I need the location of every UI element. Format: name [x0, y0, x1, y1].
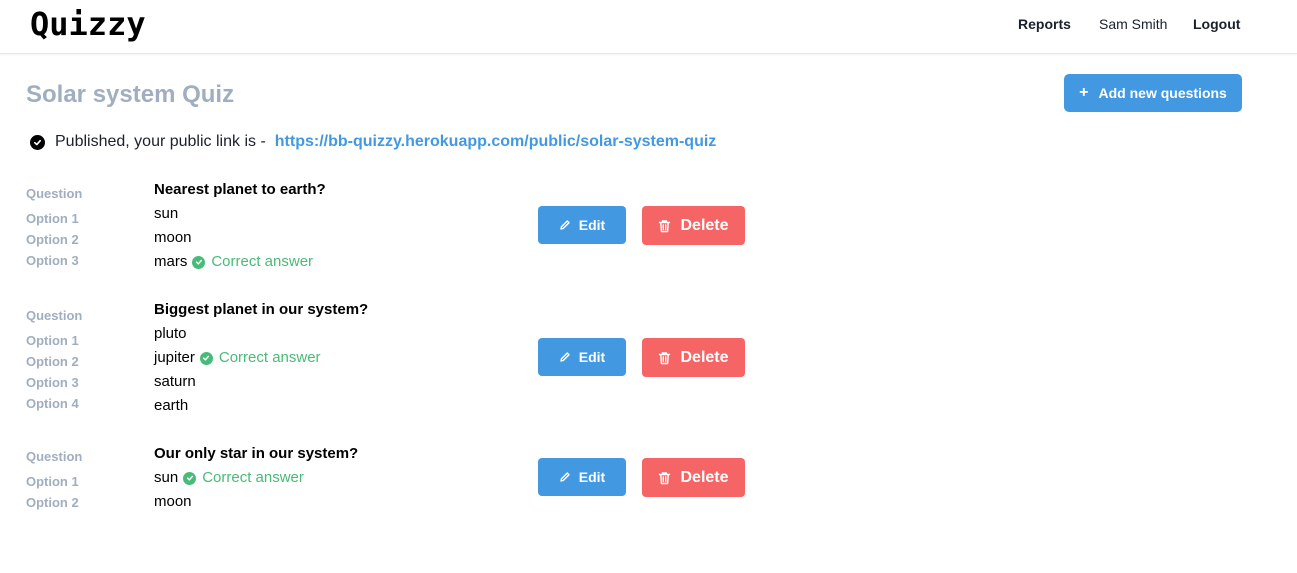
option-text: moon: [154, 493, 192, 510]
published-status: Published, your public link is - https:/…: [30, 132, 716, 152]
correct-answer-indicator: Correct answer: [199, 348, 321, 368]
correct-answer-text: Correct answer: [211, 253, 314, 270]
option-label: Option 1: [26, 211, 79, 226]
option-item: jupiter Correct answer: [154, 348, 321, 368]
option-label: Option 3: [26, 253, 79, 268]
delete-label: Delete: [680, 216, 729, 234]
question-label: Question: [26, 186, 83, 201]
trash-icon: [658, 471, 671, 485]
option-item: sun Correct answer: [154, 468, 304, 488]
check-circle-icon: [183, 471, 197, 485]
option-text: mars: [154, 253, 188, 270]
option-label: Option 2: [26, 354, 79, 369]
question-label: Question: [26, 449, 83, 464]
option-text: sun: [154, 469, 179, 486]
published-text: Published, your public link is -: [55, 133, 266, 150]
option-item: saturn: [154, 372, 196, 392]
correct-answer-text: Correct answer: [218, 349, 321, 366]
check-circle-icon: [199, 351, 213, 365]
top-navbar: Quizzy Reports Sam Smith Logout: [0, 0, 1297, 54]
option-item: earth: [154, 396, 188, 416]
pencil-icon: [559, 351, 571, 363]
delete-question-button[interactable]: Delete: [642, 338, 745, 377]
option-label: Option 1: [26, 474, 79, 489]
nav-logout-link[interactable]: Logout: [1193, 16, 1240, 33]
question-text: Our only star in our system?: [154, 445, 359, 462]
option-text: saturn: [154, 373, 196, 390]
page-title: Solar system Quiz: [26, 81, 235, 108]
option-label: Option 2: [26, 495, 79, 510]
nav-user-name[interactable]: Sam Smith: [1099, 16, 1167, 33]
option-label: Option 2: [26, 232, 79, 247]
question-text: Nearest planet to earth?: [154, 181, 326, 198]
option-label: Option 3: [26, 375, 79, 390]
option-text: pluto: [154, 325, 187, 342]
option-item: moon: [154, 228, 192, 248]
option-item: sun: [154, 204, 178, 224]
option-text: sun: [154, 205, 179, 222]
correct-answer-indicator: Correct answer: [183, 468, 304, 488]
pencil-icon: [559, 219, 571, 231]
delete-question-button[interactable]: Delete: [642, 458, 745, 497]
add-new-questions-button[interactable]: + Add new questions: [1064, 74, 1242, 112]
trash-icon: [658, 219, 671, 233]
nav-reports-link[interactable]: Reports: [1018, 16, 1071, 33]
app-logo[interactable]: Quizzy: [30, 5, 146, 43]
option-text: earth: [154, 397, 189, 414]
delete-label: Delete: [680, 348, 729, 366]
delete-question-button[interactable]: Delete: [642, 206, 745, 245]
edit-label: Edit: [578, 469, 606, 485]
check-circle-icon: [30, 134, 45, 150]
edit-question-button[interactable]: Edit: [538, 338, 626, 376]
pencil-icon: [559, 471, 571, 483]
edit-label: Edit: [578, 217, 606, 233]
correct-answer-text: Correct answer: [202, 469, 304, 486]
plus-icon: +: [1079, 84, 1089, 101]
option-label: Option 1: [26, 333, 79, 348]
option-item: pluto: [154, 324, 187, 344]
edit-question-button[interactable]: Edit: [538, 458, 626, 496]
add-new-questions-label: Add new questions: [1098, 85, 1227, 101]
edit-question-button[interactable]: Edit: [538, 206, 626, 244]
correct-answer-indicator: Correct answer: [192, 252, 313, 272]
question-text: Biggest planet in our system?: [154, 301, 369, 318]
delete-label: Delete: [680, 468, 729, 486]
option-item: moon: [154, 492, 192, 512]
question-label: Question: [26, 308, 83, 323]
option-text: moon: [154, 229, 192, 246]
option-item: mars Correct answer: [154, 252, 313, 272]
trash-icon: [658, 351, 671, 365]
option-label: Option 4: [26, 396, 79, 411]
check-circle-icon: [192, 255, 206, 269]
public-link[interactable]: https://bb-quizzy.herokuapp.com/public/s…: [275, 132, 717, 152]
option-text: jupiter: [154, 349, 195, 366]
edit-label: Edit: [578, 349, 606, 365]
